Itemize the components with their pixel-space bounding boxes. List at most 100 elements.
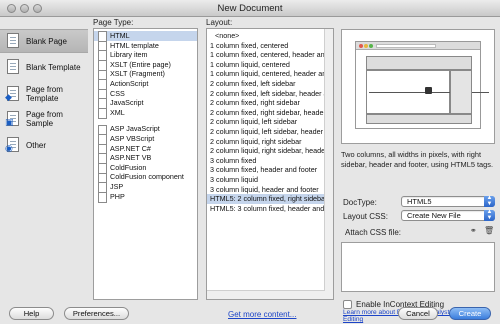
preferences-button[interactable]: Preferences... xyxy=(64,307,129,320)
list-item[interactable]: XML xyxy=(94,108,197,120)
document-icon xyxy=(97,50,107,62)
list-item[interactable]: ASP JavaScript xyxy=(94,124,197,136)
document-icon xyxy=(97,153,107,165)
list-item[interactable]: <none> xyxy=(207,31,325,41)
create-button[interactable]: Create xyxy=(449,307,491,320)
document-icon xyxy=(97,163,107,175)
document-icon xyxy=(97,191,107,203)
attached-css-list[interactable] xyxy=(341,242,495,292)
list-item[interactable]: 1 column fixed, centered xyxy=(207,41,325,51)
list-item[interactable]: 2 column liquid, right sidebar xyxy=(207,137,325,147)
list-item[interactable]: 2 column liquid, right sidebar, header a… xyxy=(207,146,325,156)
incontext-editing-checkbox[interactable] xyxy=(343,300,352,309)
document-icon xyxy=(97,124,107,136)
title-bar: New Document xyxy=(0,0,500,17)
list-item[interactable]: PHP xyxy=(94,191,197,203)
list-item[interactable]: 2 column fixed, right sidebar xyxy=(207,98,325,108)
blank-template-icon xyxy=(5,59,21,75)
page-type-heading: Page Type: xyxy=(93,18,134,27)
get-more-content-link[interactable]: Get more content... xyxy=(228,310,296,319)
category-page-from-template[interactable]: ◆ Page from Template xyxy=(0,82,88,106)
category-other[interactable]: ◉ Other xyxy=(0,133,88,157)
list-item[interactable]: 1 column fixed, centered, header and fo xyxy=(207,50,325,60)
list-item[interactable]: ASP.NET VB xyxy=(94,153,197,165)
layout-css-select[interactable]: Create New File ▲ ▼ xyxy=(401,209,495,221)
category-label: Page from Template xyxy=(26,85,63,103)
preview-thumbnail xyxy=(355,41,489,129)
link-chain-icon[interactable]: ⚭ xyxy=(470,226,477,235)
list-item[interactable]: ASP VBScript xyxy=(94,134,197,146)
list-item[interactable]: 3 column liquid xyxy=(207,175,325,185)
list-item[interactable]: XSLT (Entire page) xyxy=(94,60,197,72)
list-item[interactable]: HTML xyxy=(94,31,197,43)
document-icon xyxy=(97,60,107,72)
layout-css-value: Create New File xyxy=(407,211,461,220)
list-item[interactable]: 3 column fixed, header and footer xyxy=(207,165,325,175)
category-label: Blank Template xyxy=(26,62,81,72)
cancel-button[interactable]: Cancel xyxy=(398,307,438,320)
doctype-select[interactable]: HTML5 ▲ ▼ xyxy=(401,195,495,207)
list-item[interactable]: 1 column liquid, centered xyxy=(207,60,325,70)
list-item[interactable]: CSS xyxy=(94,88,197,100)
document-icon xyxy=(97,143,107,155)
page-type-list[interactable]: HTML HTML template Library item XSLT (En… xyxy=(93,28,198,300)
list-item-selected[interactable]: HTML5: 2 column fixed, right sidebar, he… xyxy=(207,194,325,204)
layout-preview xyxy=(341,29,495,144)
dialog-body: Blank Page Blank Template ◆ Page from Te… xyxy=(0,17,500,324)
list-item[interactable]: 3 column fixed xyxy=(207,156,325,166)
category-label: Page from Sample xyxy=(26,110,63,128)
window-title: New Document xyxy=(217,3,283,14)
other-icon: ◉ xyxy=(5,137,21,153)
document-icon xyxy=(97,172,107,184)
blank-page-icon xyxy=(5,33,21,49)
close-window-button[interactable] xyxy=(7,4,16,13)
layout-css-label: Layout CSS: xyxy=(343,212,388,221)
list-item[interactable]: 1 column liquid, centered, header and fo xyxy=(207,69,325,79)
category-blank-page[interactable]: Blank Page xyxy=(0,29,88,53)
minimize-window-button[interactable] xyxy=(20,4,29,13)
list-item[interactable]: ActionScript xyxy=(94,79,197,91)
category-label: Blank Page xyxy=(26,36,67,46)
list-item[interactable]: JSP xyxy=(94,182,197,194)
list-item[interactable]: HTML template xyxy=(94,40,197,52)
document-icon xyxy=(97,98,107,110)
document-icon xyxy=(97,79,107,91)
list-item[interactable]: 2 column fixed, right sidebar, header an xyxy=(207,108,325,118)
list-item[interactable]: ColdFusion component xyxy=(94,172,197,184)
help-button[interactable]: Help xyxy=(9,307,54,320)
document-icon xyxy=(97,40,107,52)
document-icon xyxy=(97,108,107,120)
list-item[interactable]: JavaScript xyxy=(94,98,197,110)
stepper-arrows-icon: ▲ ▼ xyxy=(484,209,495,221)
list-item[interactable]: 2 column liquid, left sidebar xyxy=(207,117,325,127)
list-item[interactable]: 2 column liquid, left sidebar, header an… xyxy=(207,127,325,137)
layout-scrollbar-vertical[interactable] xyxy=(324,29,333,299)
category-label: Other xyxy=(26,140,47,150)
list-item[interactable]: 2 column fixed, left sidebar xyxy=(207,79,325,89)
trash-icon[interactable]: 🗑 xyxy=(484,226,494,235)
layout-heading: Layout: xyxy=(206,18,233,27)
category-list: Blank Page Blank Template ◆ Page from Te… xyxy=(0,27,88,297)
layout-description: Two columns, all widths in pixels, with … xyxy=(341,150,494,169)
doctype-value: HTML5 xyxy=(407,197,432,206)
attach-css-label: Attach CSS file: xyxy=(345,228,402,237)
document-icon xyxy=(97,88,107,100)
page-from-template-icon: ◆ xyxy=(5,86,21,102)
category-blank-template[interactable]: Blank Template xyxy=(0,55,88,79)
document-icon xyxy=(97,31,107,43)
list-item[interactable]: Library item xyxy=(94,50,197,62)
list-item[interactable]: XSLT (Fragment) xyxy=(94,69,197,81)
list-item[interactable]: HTML5: 3 column fixed, header and foote xyxy=(207,204,325,214)
layout-scrollbar-horizontal[interactable] xyxy=(207,290,325,299)
document-icon xyxy=(97,69,107,81)
list-item[interactable]: ColdFusion xyxy=(94,163,197,175)
category-page-from-sample[interactable]: ▣ Page from Sample xyxy=(0,107,88,131)
layout-list[interactable]: <none> 1 column fixed, centered 1 column… xyxy=(206,28,334,300)
document-icon xyxy=(97,182,107,194)
document-icon xyxy=(97,134,107,146)
stepper-arrows-icon: ▲ ▼ xyxy=(484,195,495,207)
list-item[interactable]: 2 column fixed, left sidebar, header and xyxy=(207,89,325,99)
list-item[interactable]: 3 column liquid, header and footer xyxy=(207,185,325,195)
zoom-window-button[interactable] xyxy=(33,4,42,13)
list-item[interactable]: ASP.NET C# xyxy=(94,143,197,155)
